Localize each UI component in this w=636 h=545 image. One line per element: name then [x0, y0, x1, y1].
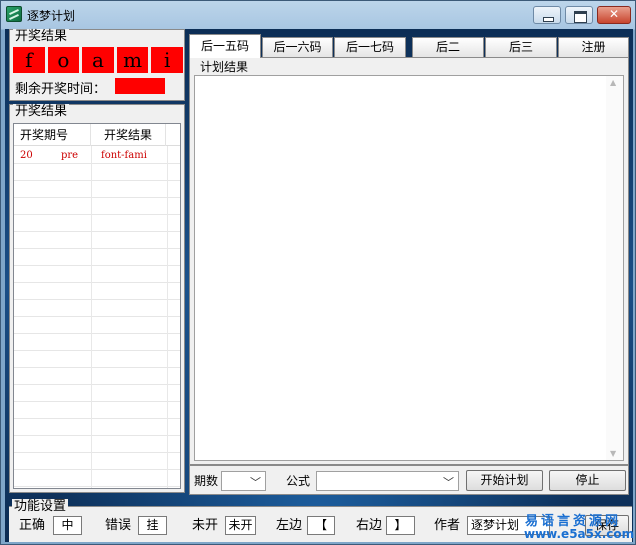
formula-label: 公式 — [286, 474, 311, 488]
title-bar[interactable]: 逐梦计划 — [1, 1, 635, 29]
draw-result-group: 开奖结果 f o a m i 剩余开奖时间： — [9, 29, 185, 101]
remaining-time-value — [115, 78, 165, 94]
tab-panel: 计划结果 — [189, 57, 629, 465]
list-cell: pre — [61, 150, 79, 161]
tab-register[interactable]: 注册 — [558, 37, 629, 57]
window-title: 逐梦计划 — [27, 9, 76, 23]
minimize-button[interactable] — [533, 6, 561, 24]
period-select[interactable]: ﹀ — [221, 471, 266, 491]
plan-result-label: 计划结果 — [200, 60, 249, 74]
function-settings-title: 功能设置 — [12, 499, 69, 514]
ball-4: m — [116, 47, 149, 73]
formula-select[interactable]: ﹀ — [316, 471, 459, 491]
ball-3: a — [82, 47, 114, 73]
column-divider — [167, 124, 168, 488]
maximize-button[interactable] — [565, 6, 593, 24]
right-bracket-label: 右边 — [356, 518, 383, 533]
result-list-group: 开奖结果 开奖期号 开奖结果 20 pre font-fami — [9, 104, 185, 493]
list-row[interactable]: 20 pre font-fami — [14, 148, 180, 164]
stop-button[interactable]: 停止 — [549, 470, 626, 491]
tab-last-six[interactable]: 后一六码 — [262, 37, 333, 57]
column-header-result[interactable]: 开奖结果 — [91, 124, 166, 146]
vertical-scrollbar[interactable] — [606, 76, 623, 460]
site-watermark: 易语言资源网 www.e5a5x.com — [521, 507, 635, 543]
wrong-label: 错误 — [105, 518, 132, 533]
right-bracket-input[interactable]: 】 — [386, 516, 415, 535]
unopened-input[interactable]: 未开 — [225, 516, 256, 535]
unopened-label: 未开 — [192, 518, 219, 533]
chevron-down-icon: ﹀ — [443, 476, 454, 489]
left-bracket-label: 左边 — [276, 518, 303, 533]
column-header-period[interactable]: 开奖期号 — [14, 124, 91, 146]
correct-label: 正确 — [19, 518, 46, 533]
result-list[interactable]: 开奖期号 开奖结果 20 pre font-fami — [13, 123, 181, 489]
close-button[interactable] — [597, 6, 631, 24]
plan-result-textarea[interactable] — [194, 75, 624, 461]
left-bracket-input[interactable]: 【 — [307, 516, 335, 535]
watermark-url: www.e5a5x.com — [524, 527, 635, 541]
tab-last-three[interactable]: 后三 — [485, 37, 557, 57]
app-window: 逐梦计划 开奖结果 f o a m i 剩余开奖时间： 开奖结果 开奖期号 开奖… — [0, 0, 636, 545]
correct-input[interactable]: 中 — [53, 516, 82, 535]
list-cell: font-fami — [101, 150, 147, 161]
wrong-input[interactable]: 挂 — [138, 516, 167, 535]
chevron-down-icon: ﹀ — [250, 476, 261, 489]
list-cell: 20 — [20, 150, 33, 161]
result-list-group-title: 开奖结果 — [13, 104, 70, 119]
ball-row: f o a m i — [13, 47, 183, 73]
tab-last-five[interactable]: 后一五码 — [189, 34, 261, 58]
remaining-time-label: 剩余开奖时间： — [15, 82, 107, 97]
list-header: 开奖期号 开奖结果 — [14, 124, 180, 146]
tab-last-two[interactable]: 后二 — [412, 37, 484, 57]
tab-last-seven[interactable]: 后一七码 — [334, 37, 406, 57]
period-label: 期数 — [194, 474, 219, 488]
ball-2: o — [47, 47, 80, 73]
column-divider — [91, 124, 92, 488]
tab-strip: 后一五码 后一六码 后一七码 后二 后三 注册 — [189, 34, 629, 58]
ball-5: i — [151, 47, 183, 73]
draw-result-group-title: 开奖结果 — [13, 29, 70, 44]
app-icon — [6, 6, 22, 22]
start-plan-button[interactable]: 开始计划 — [466, 470, 543, 491]
control-bar: 期数 ﹀ 公式 ﹀ 开始计划 停止 — [189, 465, 629, 495]
ball-1: f — [13, 47, 45, 73]
author-label: 作者 — [434, 518, 461, 533]
